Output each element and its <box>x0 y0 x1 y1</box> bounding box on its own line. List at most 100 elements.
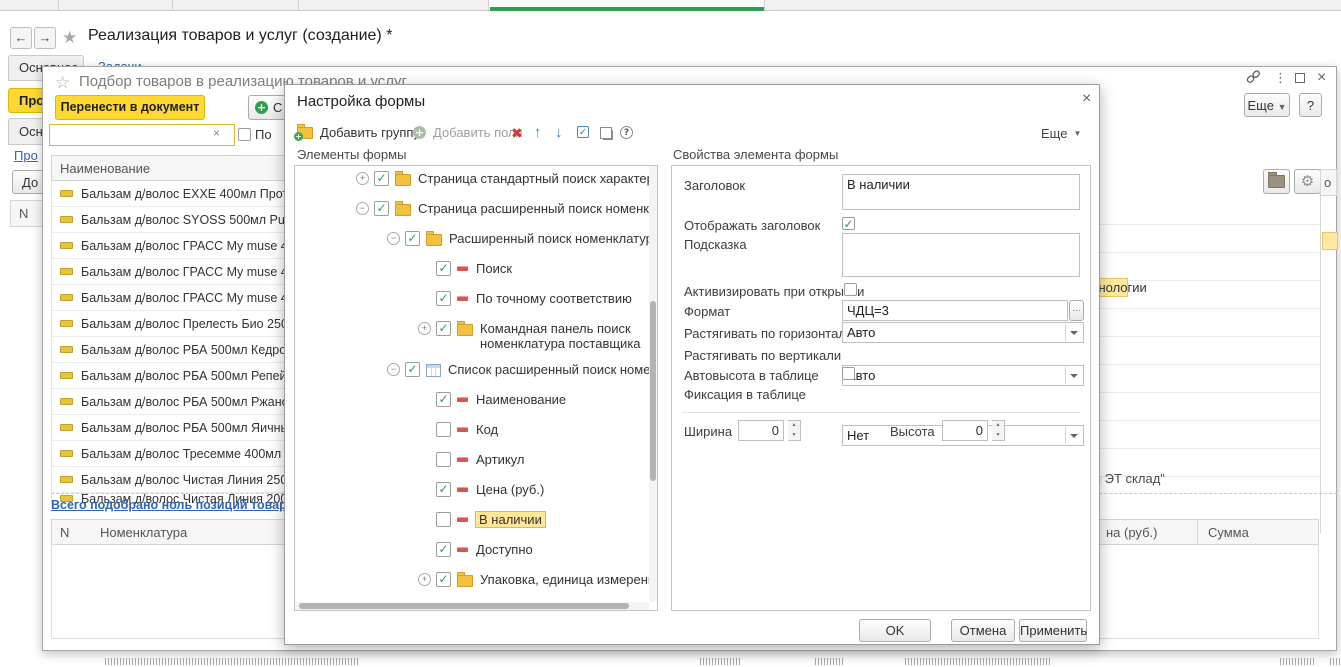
bottom-col-n[interactable]: N <box>51 519 91 545</box>
search-clear-icon[interactable]: × <box>213 126 220 140</box>
tree-item[interactable]: Список расширенный поиск номенклатура <box>295 357 657 387</box>
width-input[interactable]: 0 <box>738 420 784 441</box>
summary-link[interactable]: Всего подобрано ноль позиций товаров, на <box>51 498 324 512</box>
spin-down-icon[interactable]: ▼ <box>992 431 1004 441</box>
checkbox-checked[interactable] <box>436 572 451 587</box>
move-up-icon[interactable]: ↑ <box>534 125 542 140</box>
search-input[interactable] <box>49 124 235 146</box>
sliver-header[interactable]: о <box>1321 169 1337 196</box>
tree-item[interactable]: Расширенный поиск номенклатура <box>295 226 657 256</box>
tree-item[interactable]: Доступно <box>295 537 657 567</box>
expander-minus-icon[interactable] <box>387 232 400 245</box>
tree-hscrollbar[interactable] <box>295 602 649 610</box>
tree-item[interactable]: Код <box>295 417 657 447</box>
checkbox-unchecked[interactable] <box>436 512 451 527</box>
product-row[interactable]: Бальзам д/волос Чистая Линия 250 мл <box>52 467 300 493</box>
height-input[interactable]: 0 <box>942 420 988 441</box>
tree-item[interactable]: Страница стандартный поиск характеристик… <box>295 166 657 196</box>
activate-checkbox[interactable] <box>844 283 857 296</box>
copy-icon[interactable] <box>603 130 613 140</box>
stretch-h-select[interactable]: Авто <box>842 322 1084 343</box>
show-header-checkbox[interactable] <box>842 217 855 230</box>
checkbox-checked[interactable] <box>436 482 451 497</box>
tree-item[interactable]: Артикул <box>295 447 657 477</box>
expander-plus-icon[interactable] <box>418 573 431 586</box>
product-row[interactable]: Бальзам д/волос ГРАСС My muse 400м <box>52 285 300 311</box>
checkbox-checked[interactable] <box>436 261 451 276</box>
product-row[interactable]: Бальзам д/волос ГРАСС My muse 400м <box>52 259 300 285</box>
product-row[interactable]: Бальзам д/волос SYOSS 500мл Pure E <box>52 207 300 233</box>
expander-plus-icon[interactable] <box>356 172 369 185</box>
checkbox-checked[interactable] <box>436 392 451 407</box>
checkbox-checked[interactable] <box>436 542 451 557</box>
header-input[interactable]: В наличии <box>842 174 1080 210</box>
delete-icon[interactable] <box>511 126 523 140</box>
doc-link-fragment[interactable]: Про <box>14 148 38 163</box>
dialog-more-button[interactable]: Еще ▼ <box>1041 126 1081 141</box>
dropdown-arrow-icon[interactable] <box>1065 427 1082 444</box>
tree-item[interactable]: По точному соответствию <box>295 286 657 316</box>
product-row[interactable]: Бальзам д/волос РБА 500мл Яичный п <box>52 415 300 441</box>
autoheight-checkbox[interactable] <box>842 367 855 380</box>
characteristics-button[interactable] <box>1263 169 1290 194</box>
tree-hscrollbar-thumb[interactable] <box>299 603 629 609</box>
product-row[interactable]: Бальзам д/волос РБА 500мл Кедрово- <box>52 337 300 363</box>
stretch-v-select[interactable]: Авто <box>842 365 1084 386</box>
checkbox-checked[interactable] <box>436 321 451 336</box>
height-spinner[interactable]: ▲▼ <box>992 420 1005 441</box>
dropdown-arrow-icon[interactable] <box>1065 367 1082 384</box>
tree-item[interactable]: Поиск <box>295 256 657 286</box>
apply-button[interactable]: Применить <box>1019 619 1087 642</box>
back-button[interactable]: ← <box>10 27 32 49</box>
exact-match-checkbox[interactable] <box>238 128 251 141</box>
spin-up-icon[interactable]: ▲ <box>788 421 800 431</box>
format-input[interactable]: ЧДЦ=3 <box>842 300 1068 321</box>
tree-vscrollbar-thumb[interactable] <box>650 301 656 481</box>
tree-item-selected[interactable]: В наличии <box>295 507 657 537</box>
dialog-close-icon[interactable]: × <box>1082 92 1091 106</box>
expander-minus-icon[interactable] <box>387 363 400 376</box>
settings-button[interactable] <box>1294 169 1321 194</box>
tree-item[interactable]: Цена (руб.) <box>295 477 657 507</box>
tree-item[interactable]: Страница расширенный поиск номенклатура <box>295 196 657 226</box>
checkbox-unchecked[interactable] <box>436 452 451 467</box>
maximize-icon[interactable] <box>1295 73 1305 83</box>
get-link-icon[interactable] <box>1246 70 1261 88</box>
tree-item[interactable]: Командная панель поиск номенклатура пост… <box>295 316 657 357</box>
favorite-star-icon[interactable]: ★ <box>62 28 77 48</box>
product-row[interactable]: Бальзам д/волос EXXE 400мл Протеин <box>52 181 300 207</box>
podbor-star-icon[interactable]: ☆ <box>55 73 70 93</box>
ok-button[interactable]: OK <box>859 619 931 642</box>
product-row[interactable]: Бальзам д/волос Прелесть Био 250мл <box>52 311 300 337</box>
cancel-button[interactable]: Отмена <box>951 619 1015 642</box>
tooltip-input[interactable] <box>842 233 1080 277</box>
tree-item[interactable]: Упаковка, единица измерения <box>295 567 657 597</box>
product-row[interactable]: Бальзам д/волос РБА 500мл Ржаной с <box>52 389 300 415</box>
podbor-more-button[interactable]: Еще ▼ <box>1244 93 1290 117</box>
format-more-button[interactable]: ... <box>1069 300 1084 321</box>
checkbox-checked[interactable] <box>405 362 420 377</box>
check-all-icon[interactable] <box>577 126 589 138</box>
kebab-menu-icon[interactable]: ⋮ <box>1274 70 1287 86</box>
add-fields-button[interactable]: + Добавить поля <box>413 125 523 140</box>
width-spinner[interactable]: ▲▼ <box>788 420 801 441</box>
dropdown-arrow-icon[interactable] <box>1065 324 1082 341</box>
spin-up-icon[interactable]: ▲ <box>992 421 1004 431</box>
tree-item[interactable]: Наименование <box>295 387 657 417</box>
podbor-help-button[interactable]: ? <box>1299 93 1322 117</box>
product-row[interactable]: Бальзам д/волос ГРАСС My muse 400м <box>52 233 300 259</box>
product-row[interactable]: Бальзам д/волос РБА 500мл Репейный <box>52 363 300 389</box>
transfer-to-document-button[interactable]: Перенести в документ <box>55 95 205 120</box>
tree-vscrollbar[interactable] <box>649 166 657 602</box>
help-icon[interactable] <box>620 126 633 139</box>
spin-down-icon[interactable]: ▼ <box>788 431 800 441</box>
checkbox-checked[interactable] <box>405 231 420 246</box>
add-group-button[interactable]: Добавить группу <box>297 125 420 140</box>
checkbox-unchecked[interactable] <box>436 422 451 437</box>
expander-plus-icon[interactable] <box>418 322 431 335</box>
move-down-icon[interactable]: ↓ <box>555 125 563 140</box>
checkbox-checked[interactable] <box>436 291 451 306</box>
checkbox-checked[interactable] <box>374 201 389 216</box>
bottom-col-sum[interactable]: Сумма <box>1197 519 1319 545</box>
expander-minus-icon[interactable] <box>356 202 369 215</box>
